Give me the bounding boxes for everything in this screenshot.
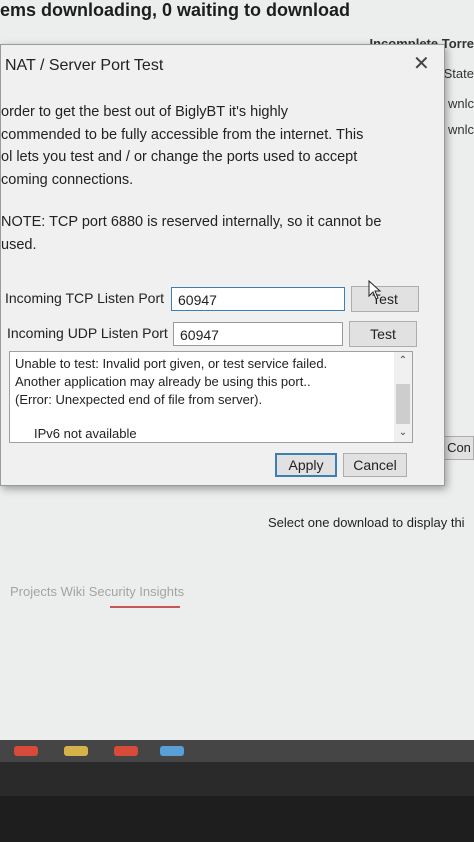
downloads-status-title: ems downloading, 0 waiting to download bbox=[0, 0, 350, 20]
intro-line: commended to be fully accessible from th… bbox=[1, 126, 364, 143]
intro-line: ol lets you test and / or change the por… bbox=[1, 149, 358, 165]
dialog-title: NAT / Server Port Test bbox=[5, 57, 164, 74]
monitor-bezel bbox=[0, 796, 474, 842]
dialog-intro-text: order to get the best out of BiglyBT it'… bbox=[1, 101, 421, 191]
udp-port-input[interactable]: 60947 bbox=[173, 322, 343, 346]
dialog-note-text: NOTE: TCP port 6880 is reserved internal… bbox=[1, 211, 421, 256]
connections-button[interactable]: Con bbox=[444, 436, 474, 460]
result-scrollbar[interactable]: ⌃ ⌄ bbox=[394, 352, 412, 442]
app-icon[interactable] bbox=[160, 746, 184, 756]
apply-button[interactable]: Apply bbox=[275, 453, 337, 477]
intro-line: order to get the best out of BiglyBT it'… bbox=[1, 104, 289, 120]
result-line: IPv6 not available bbox=[34, 426, 137, 441]
scroll-down-icon[interactable]: ⌄ bbox=[394, 424, 412, 442]
result-line: (Error: Unexpected end of file from serv… bbox=[15, 392, 263, 407]
file-explorer-icon[interactable] bbox=[64, 746, 88, 756]
select-download-hint: Select one download to display thi bbox=[268, 515, 465, 530]
note-line: NOTE: TCP port 6880 is reserved internal… bbox=[1, 214, 382, 230]
udp-test-button[interactable]: Test bbox=[349, 321, 417, 347]
result-line: Another application may already be using… bbox=[15, 374, 311, 389]
chrome-icon[interactable] bbox=[114, 746, 138, 756]
tcp-test-button[interactable]: Test bbox=[351, 286, 419, 312]
scroll-up-icon[interactable]: ⌃ bbox=[394, 352, 412, 370]
chrome-icon[interactable] bbox=[14, 746, 38, 756]
download-row-status[interactable]: wnlc bbox=[448, 96, 474, 111]
result-line: Unable to test: Invalid port given, or t… bbox=[15, 356, 328, 371]
note-line: used. bbox=[1, 236, 37, 253]
tcp-port-label: Incoming TCP Listen Port bbox=[5, 290, 165, 306]
state-column-header[interactable]: State bbox=[444, 66, 474, 81]
scroll-thumb[interactable] bbox=[396, 384, 410, 424]
close-icon[interactable]: ✕ bbox=[413, 51, 430, 76]
tcp-port-input[interactable]: 60947 bbox=[171, 287, 345, 311]
taskbar-strip bbox=[0, 740, 474, 762]
test-result-textarea[interactable]: Unable to test: Invalid port given, or t… bbox=[9, 351, 413, 443]
repo-tabs[interactable]: Projects Wiki Security Insights bbox=[10, 584, 184, 599]
download-row-status[interactable]: wnlc bbox=[448, 122, 474, 137]
intro-line: coming connections. bbox=[1, 171, 134, 188]
cancel-button[interactable]: Cancel bbox=[343, 453, 407, 477]
active-tab-underline bbox=[110, 606, 180, 608]
udp-port-label: Incoming UDP Listen Port bbox=[7, 325, 168, 341]
nat-port-test-dialog: NAT / Server Port Test ✕ order to get th… bbox=[0, 44, 445, 486]
